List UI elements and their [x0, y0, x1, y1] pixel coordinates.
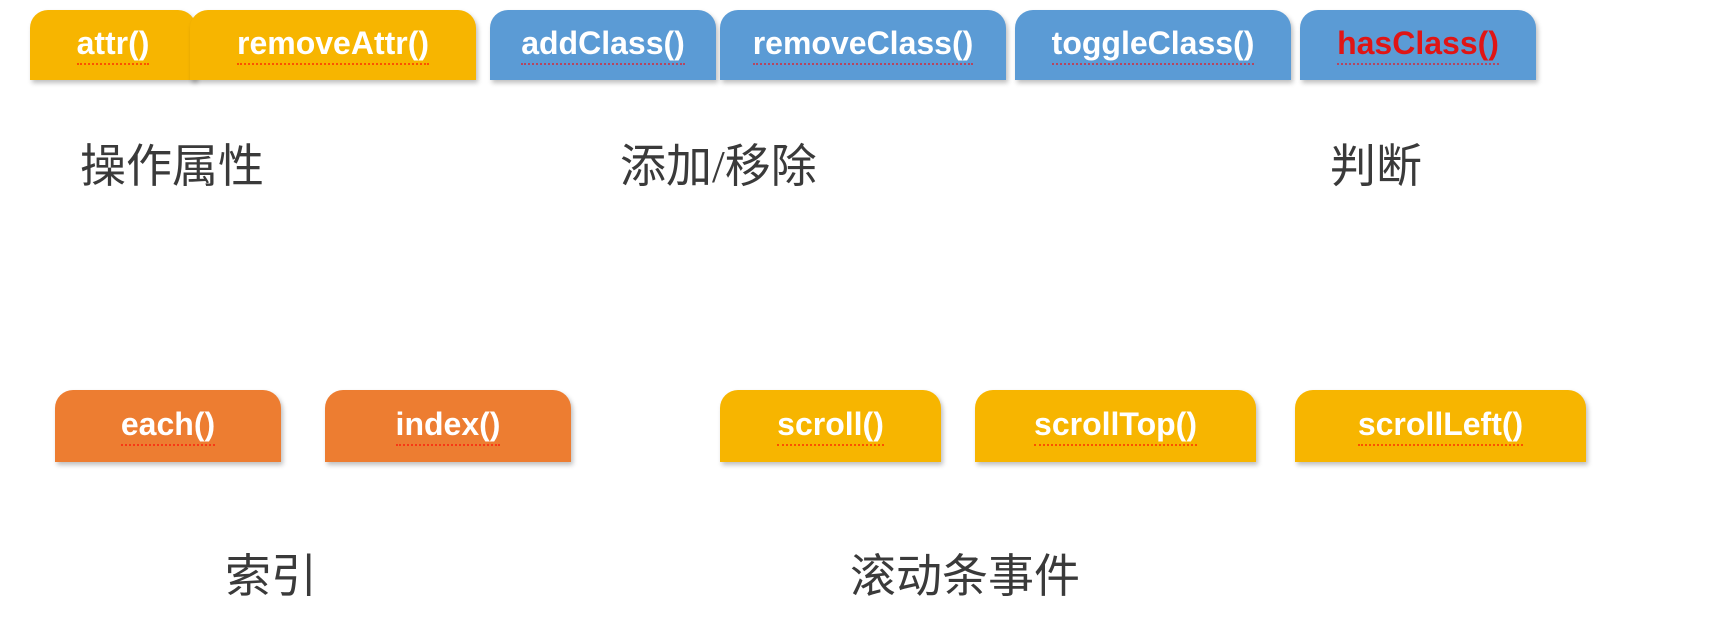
caption-hasclass: 判断 [1330, 130, 1422, 196]
caption-index: 索引 [225, 540, 317, 606]
tag-label: toggleClass() [1052, 25, 1255, 65]
tag-scrolltop: scrollTop() [975, 390, 1256, 462]
caption-class: 添加/移除 [620, 130, 817, 196]
tag-addclass: addClass() [490, 10, 716, 80]
tag-label: index() [396, 406, 501, 446]
tag-index: index() [325, 390, 571, 462]
tag-scroll: scroll() [720, 390, 941, 462]
tag-label: scrollLeft() [1358, 406, 1523, 446]
tag-label: hasClass() [1337, 25, 1499, 65]
tag-removeattr: removeAttr() [190, 10, 476, 80]
tag-label: each() [121, 406, 215, 446]
tag-removeclass: removeClass() [720, 10, 1006, 80]
tag-label: scroll() [777, 406, 884, 446]
tag-label: removeClass() [753, 25, 974, 65]
tag-label: scrollTop() [1034, 406, 1197, 446]
tag-attr: attr() [30, 10, 196, 80]
caption-scroll: 滚动条事件 [850, 540, 1080, 606]
tag-label: removeAttr() [237, 25, 429, 65]
tag-each: each() [55, 390, 281, 462]
caption-attr: 操作属性 [80, 130, 264, 196]
tag-toggleclass: toggleClass() [1015, 10, 1291, 80]
tag-label: attr() [77, 25, 150, 65]
tag-label: addClass() [521, 25, 685, 65]
tag-scrollleft: scrollLeft() [1295, 390, 1586, 462]
tag-hasclass: hasClass() [1300, 10, 1536, 80]
diagram-canvas: attr() removeAttr() addClass() removeCla… [0, 0, 1729, 636]
